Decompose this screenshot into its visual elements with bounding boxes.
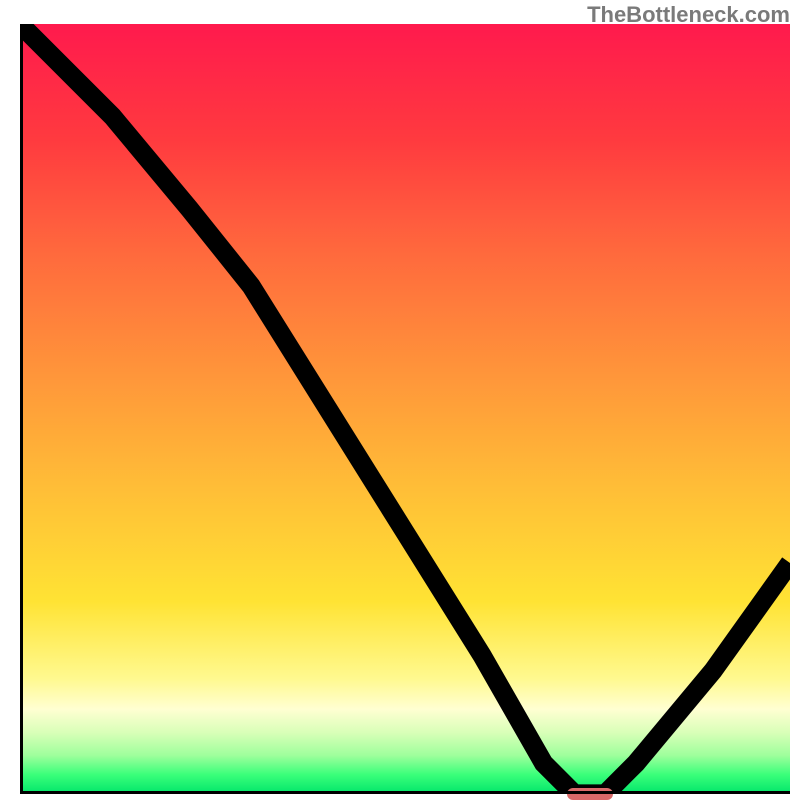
curve-path (20, 24, 790, 794)
bottleneck-curve (20, 24, 790, 794)
watermark-text: TheBottleneck.com (587, 2, 790, 28)
plot-area (20, 24, 790, 794)
chart-container: TheBottleneck.com (0, 0, 800, 800)
optimum-marker (567, 788, 613, 800)
